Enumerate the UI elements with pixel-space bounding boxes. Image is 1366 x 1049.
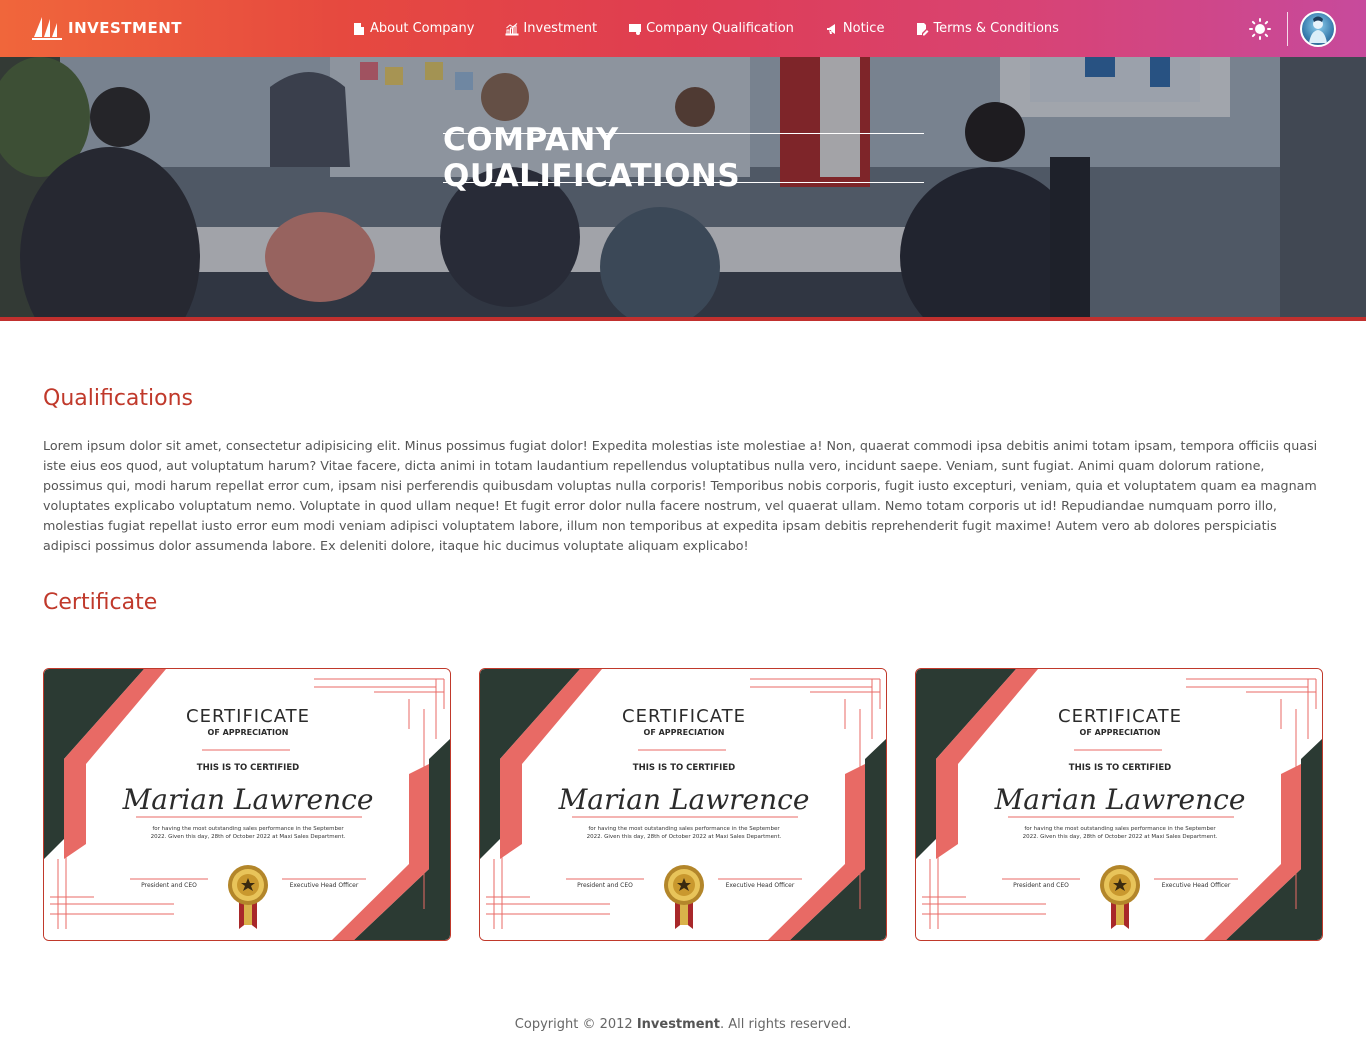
certificate-description-line2: 2022. Given this day, 28th of October 20…	[587, 834, 782, 840]
certificate-card[interactable]: CERTIFICATE OF APPRECIATION THIS IS TO CER…	[915, 668, 1323, 941]
certificate-signature-left: President and CEO	[141, 882, 197, 889]
brand-logo[interactable]: INVESTMENT	[32, 14, 182, 42]
certificate-subheading: OF APPRECIATION	[1080, 728, 1161, 737]
certificate-image: CERTIFICATEOF APPRECIATION THIS IS TO CER…	[44, 669, 450, 940]
top-navbar: INVESTMENT About Company Investment Comp…	[0, 0, 1366, 57]
brand-name: INVESTMENT	[68, 19, 182, 37]
certificate-subheading: OF APPRECIATION	[644, 728, 725, 737]
certificate-recipient-name: Marian Lawrence	[994, 783, 1246, 816]
certificate-heading: CERTIFICATE	[1058, 706, 1182, 727]
hero-banner: COMPANY QUALIFICATIONS	[0, 57, 1366, 317]
certificate-signature-right: Executive Head Officer	[1162, 882, 1231, 889]
sun-icon[interactable]	[1249, 17, 1271, 40]
footer-rights: . All rights reserved.	[719, 1017, 852, 1032]
nav-terms-conditions[interactable]: Terms & Conditions	[915, 21, 1059, 36]
footer-brand[interactable]: Investment	[637, 1017, 720, 1032]
footer-copyright: Copyright © 2012	[514, 1017, 637, 1032]
certificate-card[interactable]: CERTIFICATE OF APPRECIATION THIS IS TO CER…	[43, 668, 451, 941]
certificate-heading: Certificate	[43, 590, 158, 615]
page-title: COMPANY QUALIFICATIONS	[443, 122, 741, 194]
user-avatar[interactable]	[1300, 10, 1336, 47]
nav-notice-label: Notice	[842, 21, 885, 36]
certificate-image: CERTIFICATEOF APPRECIATION THIS IS TO CER…	[916, 669, 1322, 940]
certificate-recipient-name: Marian Lawrence	[558, 783, 810, 816]
building-icon	[354, 22, 364, 35]
chart-icon	[505, 22, 519, 35]
certificate-card[interactable]: CERTIFICATE OF APPRECIATION THIS IS TO CER…	[479, 668, 887, 941]
nav-about-company-label: About Company	[370, 21, 475, 36]
certificate-signature-left: President and CEO	[577, 882, 633, 889]
certificate-description-line2: 2022. Given this day, 28th of October 20…	[1023, 834, 1218, 840]
certificate-signature-left: President and CEO	[1013, 882, 1069, 889]
certificate-recipient-name: Marian Lawrence	[122, 783, 374, 816]
certificate-certify-text: THIS IS TO CERTIFIED	[1069, 763, 1171, 773]
qualifications-heading: Qualifications	[43, 386, 194, 411]
nav-investment-label: Investment	[523, 21, 598, 36]
hero-title-frame: COMPANY QUALIFICATIONS	[443, 122, 924, 194]
certificate-signature-right: Executive Head Officer	[290, 882, 359, 889]
nav-about-company[interactable]: About Company	[352, 21, 474, 36]
certificate-heading: CERTIFICATE	[622, 706, 746, 727]
certificate-image: CERTIFICATEOF APPRECIATION THIS IS TO CER…	[480, 669, 886, 940]
sail-logo-icon	[32, 17, 62, 40]
certificate-heading: CERTIFICATE	[186, 706, 310, 727]
nav-right-controls	[1249, 0, 1336, 57]
certificate-description-line1: for having the most outstanding sales pe…	[152, 826, 344, 832]
nav-terms-conditions-label: Terms & Conditions	[933, 21, 1059, 36]
footer: Copyright © 2012 Investment. All rights …	[0, 1017, 1366, 1032]
certificate-icon	[629, 23, 642, 35]
certificate-signature-right: Executive Head Officer	[726, 882, 795, 889]
megaphone-icon	[826, 23, 835, 34]
certificate-description-line1: for having the most outstanding sales pe…	[1024, 826, 1216, 832]
certificate-subheading: OF APPRECIATION	[208, 728, 289, 737]
nav-company-qualification-label: Company Qualification	[646, 21, 794, 36]
certificate-description-line1: for having the most outstanding sales pe…	[588, 826, 780, 832]
nav-company-qualification[interactable]: Company Qualification	[628, 21, 794, 36]
avatar-figure-icon	[1309, 16, 1327, 43]
certificate-certify-text: THIS IS TO CERTIFIED	[197, 763, 299, 773]
certificate-description-line2: 2022. Given this day, 28th of October 20…	[151, 834, 346, 840]
hero-accent-bar	[0, 317, 1366, 321]
certificate-certify-text: THIS IS TO CERTIFIED	[633, 763, 735, 773]
edit-document-icon	[917, 22, 929, 35]
nav-investment[interactable]: Investment	[505, 21, 597, 36]
qualifications-text: Lorem ipsum dolor sit amet, consectetur …	[43, 438, 1318, 553]
main-nav: About Company Investment Company Qualifi…	[352, 0, 1090, 57]
nav-divider	[1287, 11, 1288, 46]
nav-notice[interactable]: Notice	[825, 21, 885, 36]
